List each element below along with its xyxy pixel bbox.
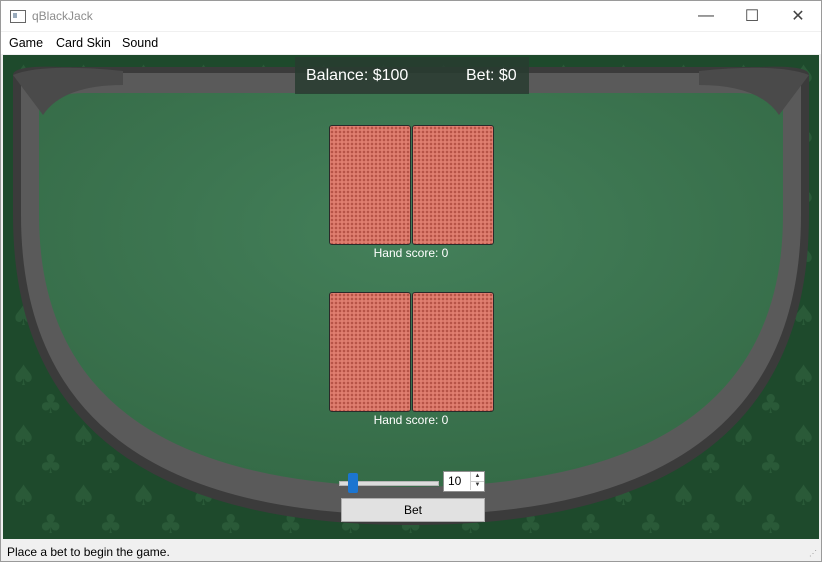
app-window: qBlackJack — ☐ ✕ Game Card Skin Sound ♠ … bbox=[0, 0, 822, 562]
dealer-card-back bbox=[412, 125, 494, 245]
maximize-icon: ☐ bbox=[744, 8, 760, 25]
menu-game[interactable]: Game bbox=[9, 36, 43, 50]
balance-bar: Balance: $100 Bet: $0 bbox=[295, 57, 529, 94]
bet-spinbox-value[interactable]: 10 bbox=[448, 474, 461, 488]
minimize-icon: — bbox=[698, 7, 714, 24]
balance-label: Balance: $100 bbox=[306, 67, 409, 84]
close-icon: ✕ bbox=[791, 8, 805, 25]
minimize-button[interactable]: — bbox=[683, 1, 729, 31]
window-title: qBlackJack bbox=[32, 9, 93, 23]
title-bar[interactable]: qBlackJack — ☐ ✕ bbox=[1, 1, 821, 31]
menu-sound[interactable]: Sound bbox=[122, 36, 158, 50]
maximize-button[interactable]: ☐ bbox=[729, 1, 775, 31]
close-button[interactable]: ✕ bbox=[775, 1, 821, 31]
bet-spinbox[interactable]: 10 ▲ ▼ bbox=[443, 471, 485, 492]
menu-card-skin[interactable]: Card Skin bbox=[56, 36, 111, 50]
player-card-back bbox=[412, 292, 494, 412]
dealer-card-back bbox=[329, 125, 411, 245]
resize-grip-icon[interactable]: ⋰ bbox=[809, 549, 819, 559]
status-message: Place a bet to begin the game. bbox=[7, 545, 170, 559]
menu-bar: Game Card Skin Sound bbox=[1, 32, 821, 54]
player-hand-score: Hand score: 0 bbox=[373, 413, 449, 427]
table-background: ♠ ♣ bbox=[3, 55, 819, 539]
bet-amount-label: Bet: $0 bbox=[466, 67, 517, 84]
dealer-hand-score: Hand score: 0 bbox=[373, 246, 449, 260]
player-card-back bbox=[329, 292, 411, 412]
bet-button[interactable]: Bet bbox=[341, 498, 485, 522]
spin-down-arrow-icon[interactable]: ▼ bbox=[470, 481, 484, 490]
bet-slider[interactable] bbox=[339, 473, 439, 493]
blackjack-table: ♠ ♣ Balance: $100 Bet: $0 bbox=[3, 55, 819, 539]
slider-handle[interactable] bbox=[348, 473, 358, 493]
status-bar: Place a bet to begin the game. ⋰ bbox=[1, 541, 821, 561]
app-icon bbox=[10, 10, 26, 23]
